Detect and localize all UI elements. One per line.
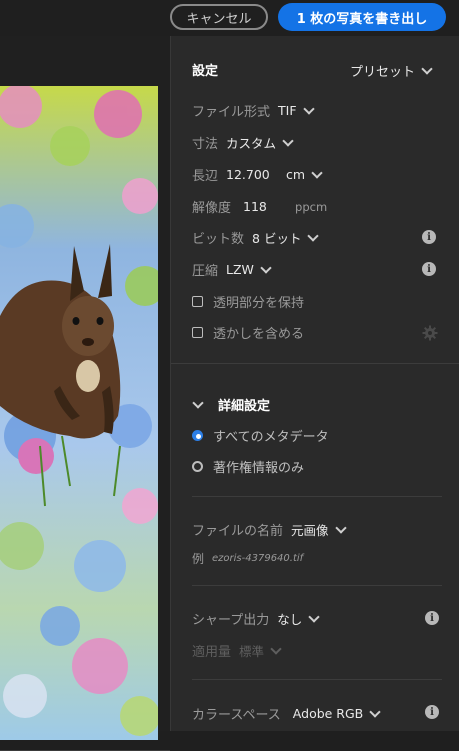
chevron-down-icon[interactable] bbox=[311, 166, 323, 179]
long-edge-row: 長辺 12.700 cm bbox=[192, 165, 323, 184]
chevron-down-icon[interactable] bbox=[308, 610, 320, 623]
file-name-select[interactable]: 元画像 bbox=[291, 520, 329, 539]
metadata-option-label: 著作権情報のみ bbox=[213, 461, 305, 476]
photo-preview bbox=[0, 86, 158, 740]
dimensions-select[interactable]: カスタム bbox=[226, 133, 276, 152]
compression-label: 圧縮 bbox=[192, 264, 219, 279]
resolution-unit: ppcm bbox=[295, 199, 328, 214]
include-watermark-checkbox[interactable] bbox=[192, 327, 203, 338]
metadata-option-all[interactable]: すべてのメタデータ bbox=[192, 426, 329, 445]
info-icon[interactable]: i bbox=[425, 705, 439, 719]
preview-area bbox=[0, 36, 170, 751]
include-watermark-row[interactable]: 透かしを含める bbox=[192, 323, 304, 342]
top-bar: キャンセル 1 枚の写真を書き出し bbox=[0, 0, 459, 36]
long-edge-unit-select[interactable]: cm bbox=[286, 167, 305, 182]
settings-header: 設定 bbox=[192, 60, 218, 79]
export-button[interactable]: 1 枚の写真を書き出し bbox=[278, 3, 446, 31]
sharpen-select[interactable]: なし bbox=[277, 609, 302, 628]
settings-title: 設定 bbox=[192, 64, 219, 79]
divider bbox=[192, 496, 442, 497]
amount-label: 適用量 bbox=[192, 645, 232, 660]
divider bbox=[171, 363, 459, 364]
preserve-transparency-checkbox[interactable] bbox=[192, 296, 203, 307]
color-space-select[interactable]: Adobe RGB bbox=[293, 706, 363, 721]
chevron-down-icon[interactable] bbox=[334, 521, 347, 534]
file-name-row: ファイルの名前 元画像 bbox=[192, 520, 347, 539]
sharpen-label: シャープ出力 bbox=[192, 613, 270, 628]
color-space-row: カラースペース Adobe RGB bbox=[192, 704, 381, 723]
bit-depth-select[interactable]: 8 ビット bbox=[252, 228, 301, 247]
chevron-down-icon bbox=[192, 396, 204, 409]
amount-select: 標準 bbox=[239, 644, 265, 659]
sharpen-row: シャープ出力 なし bbox=[192, 609, 320, 628]
color-space-label: カラースペース bbox=[192, 708, 281, 723]
example-filename: ezoris-4379640.tif bbox=[212, 553, 304, 564]
chevron-down-icon[interactable] bbox=[260, 261, 272, 274]
preset-dropdown[interactable]: プリセット bbox=[350, 61, 433, 80]
preserve-transparency-row[interactable]: 透明部分を保持 bbox=[192, 292, 304, 311]
file-name-example: 例 ezoris-4379640.tif bbox=[192, 550, 303, 567]
radio-unselected[interactable] bbox=[192, 461, 203, 472]
include-watermark-label: 透かしを含める bbox=[213, 327, 305, 342]
file-format-row: ファイル形式 TIF bbox=[192, 101, 315, 120]
divider bbox=[192, 679, 442, 680]
dimensions-label: 寸法 bbox=[192, 137, 219, 152]
bit-depth-label: ビット数 bbox=[192, 232, 245, 247]
example-label: 例 bbox=[192, 552, 205, 566]
gear-icon[interactable] bbox=[422, 325, 438, 341]
cancel-button[interactable]: キャンセル bbox=[170, 4, 268, 30]
file-format-label: ファイル形式 bbox=[192, 105, 271, 120]
divider bbox=[192, 585, 442, 586]
chevron-down-icon[interactable] bbox=[282, 134, 294, 147]
chevron-down-icon[interactable] bbox=[307, 229, 320, 242]
advanced-settings-toggle[interactable]: 詳細設定 bbox=[192, 395, 270, 414]
info-icon[interactable]: i bbox=[425, 611, 439, 625]
resolution-input[interactable]: 118 bbox=[243, 199, 287, 214]
file-name-label: ファイルの名前 bbox=[192, 524, 284, 539]
compression-row: 圧縮 LZW bbox=[192, 260, 272, 279]
radio-selected[interactable] bbox=[192, 430, 203, 441]
resolution-row: 解像度 118 ppcm bbox=[192, 197, 327, 216]
export-settings-panel: 設定 プリセット ファイル形式 TIF 寸法 カスタム 長辺 12.700 cm… bbox=[170, 36, 459, 731]
amount-row: 適用量 標準 bbox=[192, 641, 282, 660]
chevron-down-icon[interactable] bbox=[302, 102, 315, 115]
resolution-label: 解像度 bbox=[192, 201, 232, 216]
file-format-select[interactable]: TIF bbox=[278, 103, 297, 118]
compression-select[interactable]: LZW bbox=[226, 262, 254, 277]
info-icon[interactable]: i bbox=[422, 230, 436, 244]
dimensions-row: 寸法 カスタム bbox=[192, 133, 294, 152]
chevron-down-icon[interactable] bbox=[369, 705, 381, 718]
preset-label: プリセット bbox=[350, 65, 416, 80]
long-edge-input[interactable]: 12.700 bbox=[226, 167, 278, 182]
info-icon[interactable]: i bbox=[422, 262, 436, 276]
chevron-down-icon bbox=[270, 642, 282, 655]
long-edge-label: 長辺 bbox=[192, 169, 219, 184]
metadata-option-copyright[interactable]: 著作権情報のみ bbox=[192, 457, 304, 476]
advanced-settings-title: 詳細設定 bbox=[218, 399, 271, 414]
metadata-option-label: すべてのメタデータ bbox=[213, 430, 329, 445]
chevron-down-icon bbox=[421, 62, 433, 75]
bit-depth-row: ビット数 8 ビット bbox=[192, 228, 320, 247]
preserve-transparency-label: 透明部分を保持 bbox=[213, 296, 305, 311]
